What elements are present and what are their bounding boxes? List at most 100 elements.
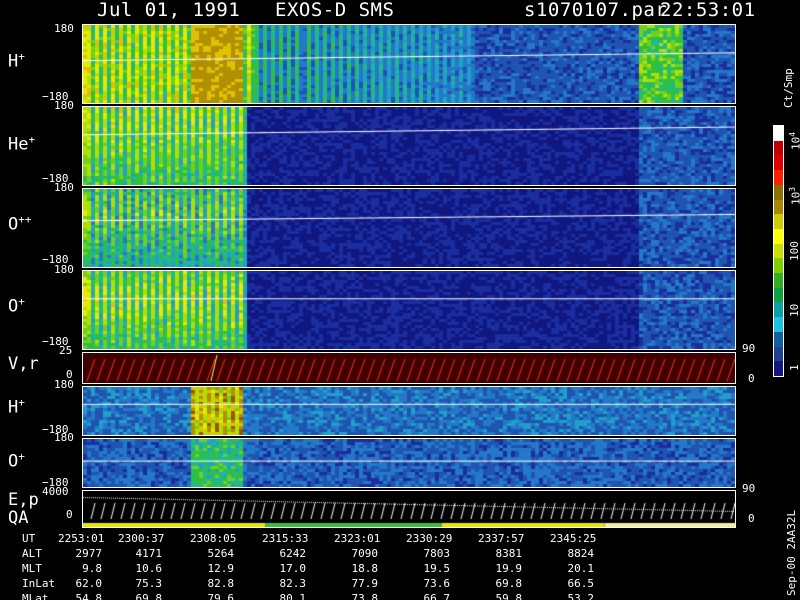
spectrogram-canvas: [83, 189, 735, 267]
table-cell: 75.3: [135, 577, 163, 590]
header-time: 22:53:01: [660, 0, 756, 21]
color-scale-swatch: [774, 331, 783, 348]
table-cell: 2323:01: [334, 532, 381, 545]
color-scale-label-1e3: 103: [788, 186, 800, 205]
y-max-tick: 180: [54, 22, 74, 35]
panel-label-he-plus: He+: [8, 133, 36, 155]
right-axis-min: 0: [748, 372, 755, 385]
panel-label-o-plus: O+: [8, 295, 25, 317]
spectrogram-canvas: [83, 271, 735, 349]
table-cell: 69.8: [495, 577, 523, 590]
table-cell: 69.8: [135, 592, 163, 600]
table-cell: 12.9: [207, 562, 235, 575]
color-scale-swatch: [774, 214, 783, 230]
color-scale-swatch: [774, 199, 783, 215]
table-cell: 2315:33: [262, 532, 309, 545]
table-cell: 82.3: [279, 577, 307, 590]
table-cell: 2330:29: [406, 532, 453, 545]
right-axis-max: 90: [742, 342, 756, 355]
y-max-tick: 180: [54, 431, 74, 444]
color-scale-swatch: [774, 228, 783, 245]
table-cell: 2977: [75, 547, 103, 560]
spectrogram-figure: Jul 01, 1991 EXOS-D SMS s1070107.par 22:…: [0, 0, 800, 600]
table-cell: 20.1: [567, 562, 595, 575]
y-max-tick: 25: [59, 344, 73, 357]
table-cell: 2253:01: [58, 532, 105, 545]
table-cell: 66.7: [423, 592, 451, 600]
color-scale-swatch: [774, 287, 783, 303]
row-label-mlat: MLat: [22, 592, 49, 600]
color-scale-swatch: [774, 126, 783, 142]
table-cell: 73.6: [423, 577, 451, 590]
o-plus-spectrogram: [82, 270, 736, 350]
color-scale-bar: [773, 125, 784, 377]
he-plus-spectrogram: [82, 106, 736, 186]
color-scale-swatch: [774, 243, 783, 259]
table-cell: 2337:57: [478, 532, 525, 545]
table-cell: 8381: [495, 547, 523, 560]
energy-canvas: [83, 491, 735, 527]
table-cell: 17.0: [279, 562, 307, 575]
color-scale-swatch: [774, 346, 783, 362]
spectrogram-canvas: [83, 25, 735, 103]
table-cell: 79.6: [207, 592, 235, 600]
h-plus-2-spectrogram: [82, 386, 736, 436]
table-cell: 59.8: [495, 592, 523, 600]
row-label-mlt: MLT: [22, 562, 42, 575]
table-cell: 62.0: [75, 577, 103, 590]
table-cell: 6242: [279, 547, 307, 560]
table-cell: 53.2: [567, 592, 595, 600]
o-plus-plus-spectrogram: [82, 188, 736, 268]
table-cell: 66.5: [567, 577, 595, 590]
table-cell: 2300:37: [118, 532, 165, 545]
table-cell: 73.8: [351, 592, 379, 600]
table-cell: 5264: [207, 547, 235, 560]
y-min-tick: 0: [66, 508, 73, 521]
table-cell: 4171: [135, 547, 163, 560]
panel-label-h-plus-2: H+: [8, 396, 25, 418]
energy-pitch-panel: [82, 490, 736, 528]
table-cell: 2345:25: [550, 532, 597, 545]
table-cell: 19.5: [423, 562, 451, 575]
y-max-tick: 180: [54, 181, 74, 194]
table-cell: 7090: [351, 547, 379, 560]
panel-label-o-plus-plus: O++: [8, 213, 32, 235]
panel-label-qa: QA: [8, 508, 29, 528]
color-scale-swatch: [774, 184, 783, 201]
color-scale-swatch: [774, 155, 783, 171]
row-label-alt: ALT: [22, 547, 42, 560]
color-scale-swatch: [774, 317, 783, 333]
table-cell: 2308:05: [190, 532, 237, 545]
right-axis-max: 90: [742, 482, 756, 495]
o-plus-2-spectrogram: [82, 438, 736, 488]
velocity-canvas: [83, 353, 735, 383]
table-cell: 8824: [567, 547, 595, 560]
color-scale-swatch: [774, 140, 783, 156]
spectrogram-canvas: [83, 387, 735, 435]
panel-label-v-r: V,r: [8, 354, 39, 374]
table-cell: 18.8: [351, 562, 379, 575]
table-cell: 9.8: [82, 562, 102, 575]
table-cell: 80.1: [279, 592, 307, 600]
table-cell: 54.8: [75, 592, 103, 600]
panel-label-h-plus: H+: [8, 50, 25, 72]
table-cell: 19.9: [495, 562, 523, 575]
right-axis-min: 0: [748, 512, 755, 525]
color-scale-swatch: [774, 302, 783, 318]
row-label-inlat: InLat: [22, 577, 56, 590]
y-max-tick: 4000: [42, 485, 69, 498]
color-scale-swatch: [774, 170, 783, 186]
y-max-tick: 180: [54, 378, 74, 391]
color-scale-label-1e4: 104: [788, 131, 800, 150]
side-note: Sep-00 2AA32L: [785, 509, 798, 596]
table-cell: 77.9: [351, 577, 379, 590]
instrument-title: EXOS-D SMS: [275, 0, 395, 21]
date-title: Jul 01, 1991: [97, 0, 241, 21]
panel-label-o-plus-2: O+: [8, 450, 25, 472]
h-plus-spectrogram: [82, 24, 736, 104]
spectrogram-canvas: [83, 107, 735, 185]
file-name: s1070107.par: [524, 0, 668, 21]
color-scale-unit: Ct/Smp: [782, 68, 795, 108]
row-label-ut: UT: [22, 532, 36, 545]
table-cell: 82.8: [207, 577, 235, 590]
